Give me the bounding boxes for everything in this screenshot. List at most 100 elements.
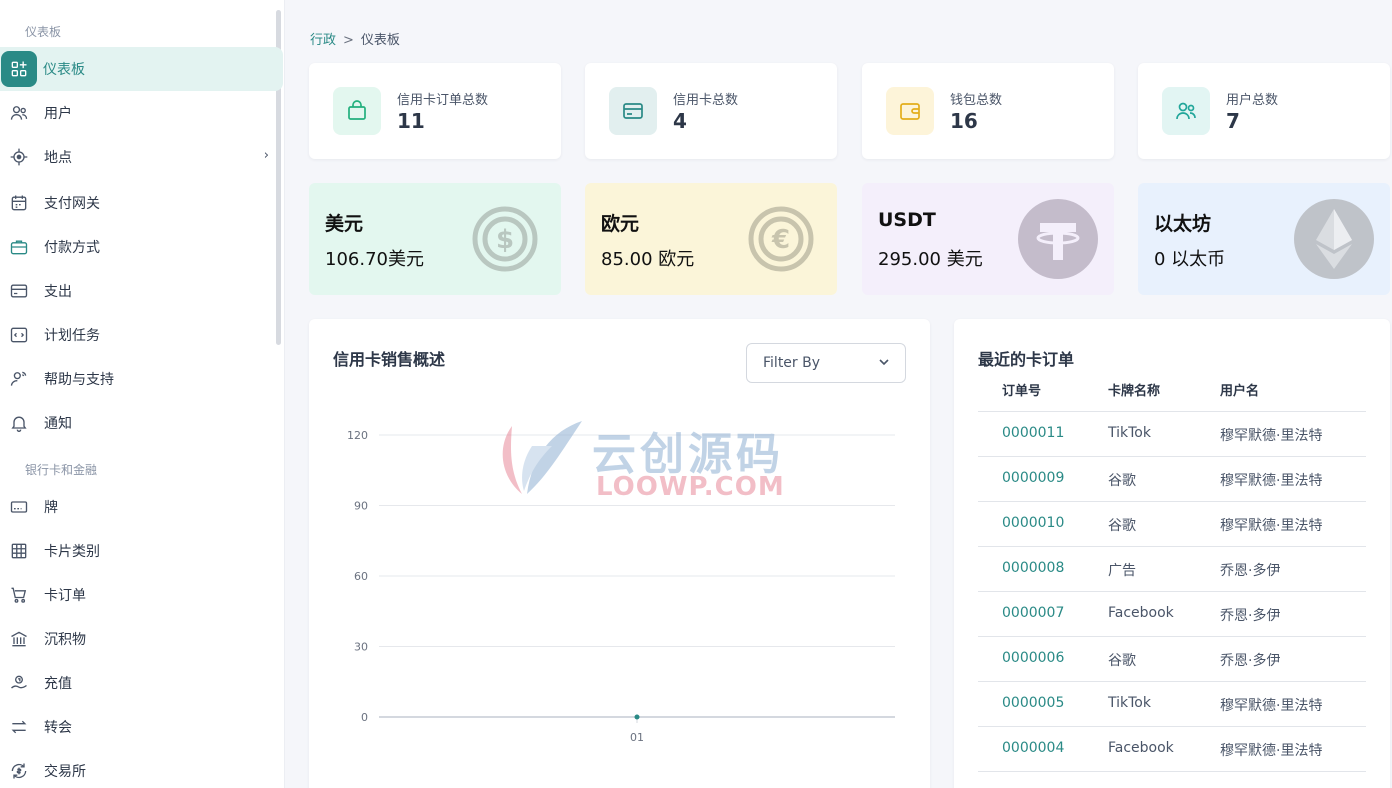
card-name-cell: TikTok: [1108, 695, 1151, 711]
card-name-cell: 谷歌: [1108, 473, 1136, 489]
column-header-card-name[interactable]: 卡牌名称: [1108, 380, 1160, 399]
sidebar-item-label: 转会: [44, 720, 72, 736]
breadcrumb-link-admin[interactable]: 行政: [310, 33, 336, 48]
order-id-cell[interactable]: 0000011: [1002, 425, 1064, 441]
sidebar-item-payment-methods[interactable]: 付款方式: [0, 225, 283, 269]
exchange-icon: [0, 752, 38, 788]
order-id-cell[interactable]: 0000004: [1002, 740, 1064, 756]
euro-coin-icon: €: [748, 206, 814, 272]
order-id-cell[interactable]: 0000010: [1002, 515, 1064, 531]
username-cell: 穆罕默德·里法特: [1220, 743, 1323, 759]
x-tick-label: 01: [630, 731, 644, 744]
sidebar-item-help-support[interactable]: 帮助与支持: [0, 357, 283, 401]
stat-card-users: 用户总数 7: [1138, 63, 1390, 159]
credit-card-icon: [0, 272, 38, 310]
sidebar-item-locations[interactable]: 地点 ›: [0, 135, 283, 179]
order-id-cell[interactable]: 0000007: [1002, 605, 1064, 621]
users-icon: [0, 94, 38, 132]
card-name-cell: Facebook: [1108, 740, 1174, 756]
sidebar-item-notifications[interactable]: 通知: [0, 401, 283, 445]
y-tick-label: 120: [347, 429, 368, 442]
card-name-cell: 谷歌: [1108, 518, 1136, 534]
sidebar: 仪表板 仪表板 用户 地点 › 支付网关 付款方式 支出 计划任务 帮助与支持 …: [0, 0, 285, 788]
stat-value: 16: [950, 109, 978, 133]
coins-hand-icon: [0, 664, 38, 702]
username-cell: 穆罕默德·里法特: [1220, 518, 1323, 534]
bank-icon: [0, 620, 38, 658]
sidebar-item-label: 用户: [44, 106, 72, 122]
table-divider: [978, 681, 1366, 682]
sidebar-item-deposits[interactable]: 沉积物: [0, 617, 283, 661]
currency-card-eth: 以太坊 0 以太币: [1138, 183, 1390, 295]
sidebar-item-transfers[interactable]: 转会: [0, 705, 283, 749]
table-divider: [978, 771, 1366, 772]
table-divider: [978, 726, 1366, 727]
table-divider: [978, 546, 1366, 547]
sidebar-item-topup[interactable]: 充值: [0, 661, 283, 705]
svg-text:€: €: [771, 225, 790, 255]
y-tick-label: 90: [354, 500, 368, 513]
currency-amount: 85.00 欧元: [601, 249, 695, 270]
username-cell: 乔恩·多伊: [1220, 653, 1281, 669]
sidebar-item-card-categories[interactable]: 卡片类别: [0, 529, 283, 573]
currency-name: 以太坊: [1154, 213, 1212, 235]
transfer-arrows-icon: [0, 708, 38, 746]
sidebar-item-payment-gateway[interactable]: 支付网关: [0, 181, 283, 225]
sidebar-item-cards[interactable]: 牌: [0, 485, 283, 529]
y-tick-label: 60: [354, 570, 368, 583]
dashboard-icon: [1, 51, 37, 87]
sidebar-item-users[interactable]: 用户: [0, 91, 283, 135]
stat-value: 11: [397, 109, 425, 133]
stat-card-wallets: 钱包总数 16: [862, 63, 1114, 159]
table-divider: [978, 501, 1366, 502]
stat-card-cards: 信用卡总数 4: [585, 63, 837, 159]
breadcrumb-current: 仪表板: [360, 33, 400, 48]
sidebar-section-cards-finance: 银行卡和金融: [25, 463, 98, 477]
sidebar-item-label: 支出: [44, 284, 72, 300]
briefcase-icon: [0, 228, 38, 266]
credit-card-icon: [609, 87, 657, 135]
sidebar-item-label: 卡片类别: [44, 544, 100, 560]
sidebar-item-exchange[interactable]: 交易所: [0, 749, 283, 788]
sidebar-item-label: 支付网关: [44, 196, 100, 212]
sidebar-item-label: 牌: [44, 500, 58, 516]
username-cell: 乔恩·多伊: [1220, 563, 1281, 579]
sidebar-item-label: 计划任务: [44, 328, 100, 344]
sidebar-item-card-orders[interactable]: 卡订单: [0, 573, 283, 617]
dollar-coin-icon: $: [472, 206, 538, 272]
order-id-cell[interactable]: 0000006: [1002, 650, 1064, 666]
wallet-icon: [886, 87, 934, 135]
order-id-cell[interactable]: 0000009: [1002, 470, 1064, 486]
breadcrumb: 行政 > 仪表板: [310, 29, 400, 48]
sidebar-item-expenses[interactable]: 支出: [0, 269, 283, 313]
currency-name: 美元: [325, 213, 364, 235]
grid-icon: [0, 532, 38, 570]
breadcrumb-separator: >: [343, 33, 354, 48]
order-id-cell[interactable]: 0000008: [1002, 560, 1064, 576]
ethereum-coin-icon: [1294, 199, 1374, 279]
sidebar-item-dashboard[interactable]: 仪表板: [0, 47, 283, 91]
stat-title: 钱包总数: [950, 93, 1003, 108]
sidebar-item-label: 通知: [44, 416, 72, 432]
sales-overview-card: 信用卡销售概述 Filter By 120 90 60 30 0 01: [309, 319, 930, 788]
sidebar-item-label: 交易所: [44, 764, 86, 780]
stat-title: 信用卡订单总数: [397, 93, 489, 108]
username-cell: 穆罕默德·里法特: [1220, 473, 1323, 489]
currency-amount: 106.70美元: [325, 249, 424, 270]
column-header-order-no[interactable]: 订单号: [1002, 380, 1041, 399]
currency-name: USDT: [878, 209, 936, 231]
sidebar-item-scheduled-tasks[interactable]: 计划任务: [0, 313, 283, 357]
order-id-cell[interactable]: 0000005: [1002, 695, 1064, 711]
sidebar-item-label: 仪表板: [43, 62, 85, 78]
bell-icon: [0, 404, 38, 442]
y-tick-label: 0: [361, 711, 368, 724]
data-point[interactable]: [634, 714, 640, 720]
stat-title: 信用卡总数: [673, 93, 739, 108]
sidebar-item-label: 地点: [44, 150, 72, 166]
sales-line-chart: 120 90 60 30 0 01: [347, 429, 895, 744]
location-target-icon: [0, 138, 38, 176]
chevron-right-icon: ›: [263, 148, 269, 163]
stat-value: 7: [1226, 109, 1240, 133]
column-header-username[interactable]: 用户名: [1220, 380, 1259, 399]
table-divider: [978, 636, 1366, 637]
